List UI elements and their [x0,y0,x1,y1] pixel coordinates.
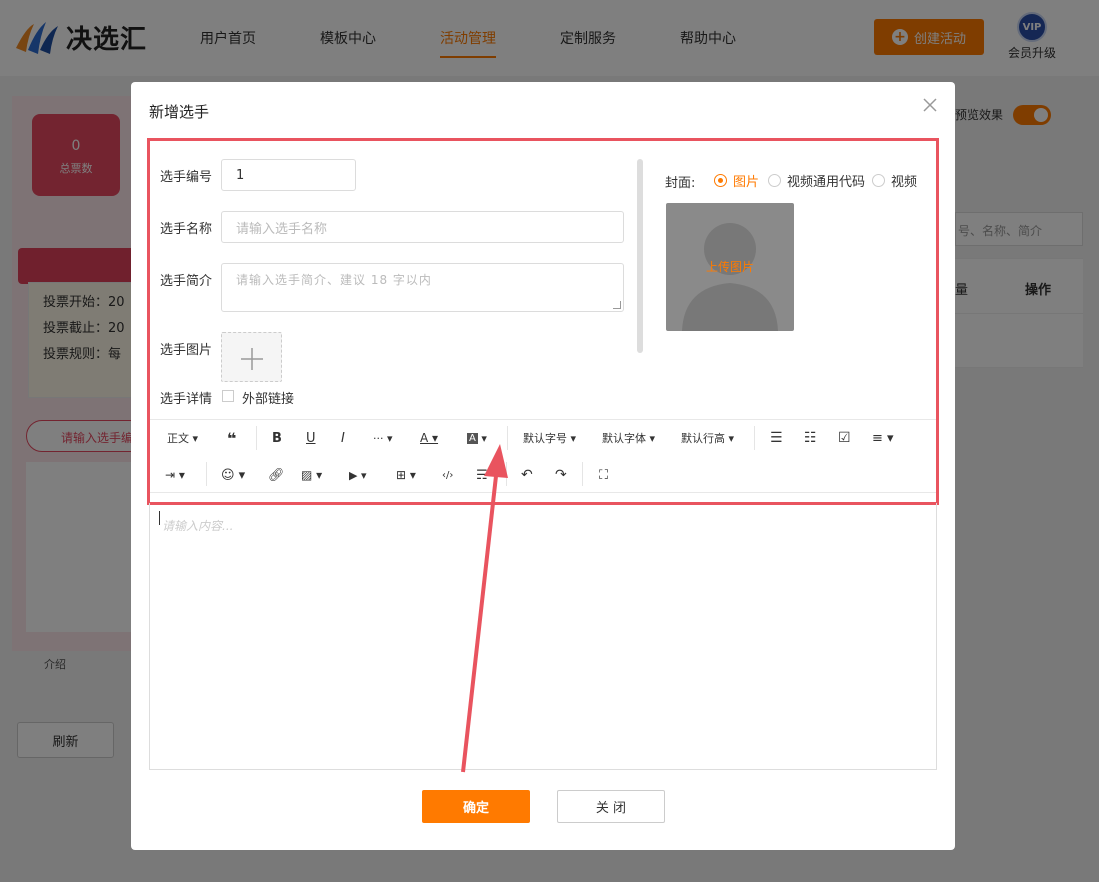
add-player-modal: 新增选手 选手编号 1 选手名称 请输入选手名称 选手简介 请输入选手简介、建议… [131,82,955,850]
more-format-dropdown[interactable]: ··· ▾ [373,428,393,448]
cover-label: 封面: [665,176,696,191]
close-button[interactable]: 关 闭 [557,790,665,823]
rich-text-editor[interactable]: 请输入内容... [149,503,937,770]
code-icon[interactable]: ‹/› [442,465,453,485]
cover-upload[interactable]: 上传图片 [666,203,794,331]
player-name-label: 选手名称 [160,222,213,237]
fullscreen-icon[interactable]: ⛶ [599,465,608,485]
text-caret [159,511,160,525]
line-height-dropdown[interactable]: 默认行高 ▾ [681,428,734,448]
external-link-label: 外部链接 [242,392,295,407]
player-image-label: 选手图片 [160,343,213,358]
indent-dropdown-icon[interactable]: ⇥ ▾ [165,465,185,485]
radio-icon [872,174,885,187]
toolbar-divider [206,462,207,486]
italic-icon[interactable]: I [341,428,345,448]
table-icon[interactable]: ⊞ ▾ [396,465,416,485]
radio-selected-icon [714,174,727,187]
numbered-list-icon[interactable]: ☷ [804,428,817,448]
todo-checkbox-icon[interactable]: ☑ [838,428,851,448]
player-detail-label: 选手详情 [160,392,213,407]
upload-image-text: 上传图片 [705,260,754,274]
link-icon[interactable]: 🔗︎ [268,465,285,485]
quote-icon[interactable]: ❝ [227,428,236,448]
radio-icon [768,174,781,187]
cover-option-video-code[interactable]: 视频通用代码 [768,171,865,190]
background-color-icon[interactable]: A ▾ [467,428,487,448]
cover-option-image[interactable]: 图片 [714,171,759,190]
external-link-checkbox[interactable] [222,390,234,402]
toolbar-divider [507,426,508,450]
player-intro-textarea[interactable]: 请输入选手简介、建议 18 字以内 [221,263,624,312]
font-color-icon[interactable]: A ▾ [420,428,438,448]
bold-icon[interactable]: B [272,428,282,448]
font-family-dropdown[interactable]: 默认字体 ▾ [602,428,655,448]
toolbar-divider [506,462,507,486]
toolbar-divider [582,462,583,486]
cover-option-video[interactable]: 视频 [872,171,917,190]
player-intro-label: 选手简介 [160,274,213,289]
emoji-icon[interactable]: ☺ ▾ [221,465,245,485]
editor-placeholder: 请输入内容... [162,519,234,533]
divider-line-icon[interactable]: ☴ [476,465,488,485]
modal-title: 新增选手 [149,103,210,121]
toolbar-divider [754,426,755,450]
player-name-input[interactable]: 请输入选手名称 [221,211,624,243]
redo-icon[interactable]: ↷ [555,465,567,485]
editor-toolbar: 正文 ▾ ❝ B U I ··· ▾ A ▾ A ▾ 默认字号 ▾ 默认字体 ▾… [150,419,936,493]
plus-icon [241,348,263,370]
player-number-input[interactable]: 1 [221,159,356,191]
form-scrollbar[interactable] [637,159,643,353]
video-icon[interactable]: ▶ ▾ [349,465,366,485]
close-icon[interactable] [921,96,939,114]
underline-icon[interactable]: U [306,428,316,448]
align-dropdown-icon[interactable]: ≡ ▾ [872,428,894,448]
toolbar-divider [256,426,257,450]
player-image-upload[interactable] [221,332,282,382]
bullet-list-icon[interactable]: ☰ [770,428,783,448]
paragraph-format-dropdown[interactable]: 正文 ▾ [167,428,198,448]
image-icon[interactable]: ▨ ▾ [301,465,322,485]
player-number-label: 选手编号 [160,170,213,185]
undo-icon[interactable]: ↶ [521,465,533,485]
resize-handle-icon[interactable] [613,301,621,309]
confirm-button[interactable]: 确定 [422,790,530,823]
font-size-dropdown[interactable]: 默认字号 ▾ [523,428,576,448]
